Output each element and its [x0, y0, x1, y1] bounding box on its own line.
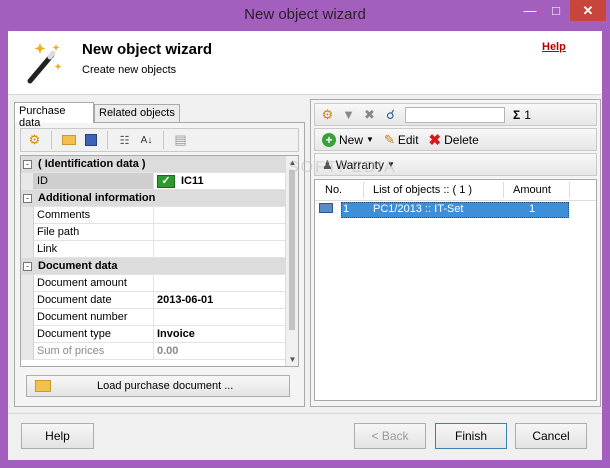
- open-folder-icon[interactable]: [60, 132, 77, 149]
- watermark: SOFTPEDIA: [288, 159, 397, 176]
- wizard-header: New object wizard Create new objects Hel…: [8, 31, 602, 95]
- scroll-thumb[interactable]: [289, 170, 295, 330]
- sigma-count: 1: [524, 107, 531, 122]
- toolbar-separator: [51, 131, 52, 149]
- search-icon[interactable]: ☌: [382, 106, 399, 123]
- header-subtitle: Create new objects: [82, 64, 177, 76]
- help-button[interactable]: Help: [21, 423, 94, 449]
- grid-scrollbar[interactable]: ▲ ▼: [285, 156, 298, 366]
- wizard-dialog: New object wizard Create new objects Hel…: [8, 31, 602, 460]
- load-button-label: Load purchase document ...: [97, 380, 234, 392]
- folder-icon: [35, 380, 51, 392]
- save-icon[interactable]: [82, 132, 99, 149]
- add-icon: +: [322, 132, 336, 147]
- settings-gear-icon[interactable]: ⚙: [319, 106, 336, 123]
- new-button[interactable]: + New ▼: [319, 132, 377, 147]
- property-row-document-date[interactable]: Document date 2013-06-01: [21, 292, 286, 309]
- collapse-icon[interactable]: -: [23, 262, 32, 271]
- finish-button[interactable]: Finish: [435, 423, 507, 449]
- property-row-file-path[interactable]: File path: [21, 224, 286, 241]
- property-grid: - ( Identification data ) ID ✓ IC11 - Add…: [20, 155, 299, 367]
- related-objects-panel: ⚙ ▼ ✖ ☌ Σ 1 + New ▼ ✎ Edit ✖ Delete ♟ Wa…: [310, 99, 601, 407]
- tab-related-objects[interactable]: Related objects: [94, 104, 180, 123]
- minimize-button[interactable]: —: [517, 0, 543, 21]
- property-toolbar: ⚙ ☷ A↓ ▤: [20, 128, 299, 152]
- row-no: 1: [343, 203, 350, 215]
- column-amount[interactable]: Amount: [513, 184, 551, 196]
- sigma-icon: Σ: [513, 107, 521, 122]
- column-list-of-objects[interactable]: List of objects :: ( 1 ): [373, 184, 472, 196]
- magic-wand-icon: [27, 43, 62, 84]
- scroll-down-icon[interactable]: ▼: [286, 353, 298, 366]
- property-row-document-type[interactable]: Document type Invoice: [21, 326, 286, 343]
- maximize-button[interactable]: □: [543, 0, 569, 21]
- filter-toolbar: ⚙ ▼ ✖ ☌ Σ 1: [314, 103, 597, 126]
- property-row-id[interactable]: ID ✓ IC11: [21, 173, 286, 190]
- filter-icon[interactable]: ▼: [340, 106, 357, 123]
- category-identification[interactable]: - ( Identification data ): [21, 156, 286, 173]
- objects-list[interactable]: No. List of objects :: ( 1 ) Amount 1 PC…: [314, 179, 597, 401]
- property-row-document-number[interactable]: Document number: [21, 309, 286, 326]
- delete-x-icon: ✖: [428, 131, 442, 149]
- pencil-icon: ✎: [383, 131, 395, 147]
- sort-alphabetical-icon[interactable]: A↓: [138, 132, 155, 149]
- row-amount: 1: [529, 203, 536, 215]
- check-icon: ✓: [157, 174, 175, 188]
- load-purchase-document-button[interactable]: Load purchase document ...: [26, 375, 290, 397]
- collapse-icon[interactable]: -: [23, 160, 32, 169]
- toolbar-separator: [107, 131, 108, 149]
- property-row-comments[interactable]: Comments: [21, 207, 286, 224]
- back-button[interactable]: < Back: [354, 423, 426, 449]
- toolbar-separator: [163, 131, 164, 149]
- property-row-document-amount[interactable]: Document amount: [21, 275, 286, 292]
- edit-button[interactable]: ✎ Edit: [381, 132, 422, 148]
- categorized-view-icon[interactable]: ☷: [116, 132, 133, 149]
- title-bar: New object wizard — □ ✕: [0, 0, 610, 31]
- list-header: No. List of objects :: ( 1 ) Amount: [315, 180, 596, 201]
- tab-purchase-data[interactable]: Purchase data: [14, 102, 94, 129]
- cancel-button[interactable]: Cancel: [515, 423, 587, 449]
- property-row-sum-of-prices: Sum of prices 0.00: [21, 343, 286, 360]
- close-button[interactable]: ✕: [570, 0, 606, 21]
- search-input[interactable]: [405, 106, 505, 123]
- object-row-icon: [319, 203, 333, 213]
- property-pages-icon[interactable]: ▤: [172, 132, 189, 149]
- settings-gear-icon[interactable]: ⚙: [26, 132, 43, 149]
- header-title: New object wizard: [82, 41, 213, 58]
- collapse-icon[interactable]: -: [23, 194, 32, 203]
- action-toolbar: + New ▼ ✎ Edit ✖ Delete: [314, 128, 597, 151]
- category-additional-information[interactable]: - Additional information: [21, 190, 286, 207]
- list-row[interactable]: 1 PC1/2013 :: IT-Set 1: [319, 202, 569, 218]
- clear-filter-icon[interactable]: ✖: [361, 106, 378, 123]
- bottom-separator: [8, 413, 602, 414]
- row-object: PC1/2013 :: IT-Set: [373, 203, 464, 215]
- help-link[interactable]: Help: [542, 41, 566, 53]
- column-no[interactable]: No.: [325, 184, 342, 196]
- property-row-link[interactable]: Link: [21, 241, 286, 258]
- delete-button[interactable]: ✖ Delete: [426, 131, 482, 149]
- id-value: IC11: [181, 175, 204, 187]
- category-document-data[interactable]: - Document data: [21, 258, 286, 275]
- purchase-data-panel: ⚙ ☷ A↓ ▤ - ( Identification data ) ID ✓ I…: [14, 122, 305, 407]
- dropdown-arrow-icon[interactable]: ▼: [366, 135, 374, 144]
